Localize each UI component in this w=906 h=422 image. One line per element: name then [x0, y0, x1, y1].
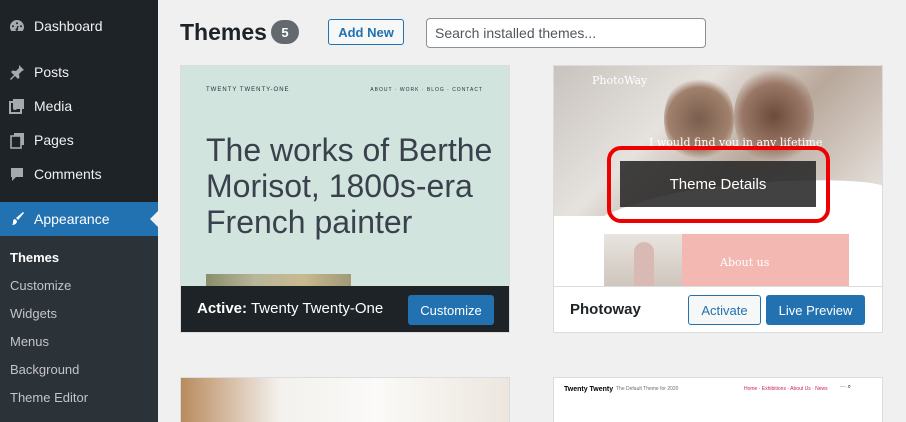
theme-screenshot[interactable]	[181, 378, 509, 422]
submenu-item-background[interactable]: Background	[10, 362, 79, 377]
theme-name: Photoway	[570, 301, 641, 318]
theme-card-twenty-twenty-one[interactable]: TWENTY TWENTY-ONE ABOUT · WORK · BLOG · …	[180, 65, 510, 333]
menu-label-dashboard: Dashboard	[34, 18, 103, 34]
paintbrush-icon	[7, 209, 27, 229]
menu-label-media: Media	[34, 98, 73, 114]
about-photo	[604, 234, 682, 286]
preview-icons: ··· ⌕	[840, 384, 852, 390]
admin-sidebar: Dashboard Posts Media Pages Comments App…	[0, 0, 158, 422]
live-preview-button[interactable]: Live Preview	[766, 295, 865, 325]
dashboard-icon	[7, 16, 27, 36]
about-section: About us	[682, 234, 849, 286]
pushpin-icon	[7, 62, 27, 82]
menu-label-comments: Comments	[34, 166, 102, 182]
preview-tagline: The Default Theme for 2020	[616, 386, 679, 392]
menu-item-comments[interactable]: Comments	[0, 157, 158, 191]
active-theme-name: Twenty Twenty-One	[250, 300, 384, 317]
menu-label-appearance: Appearance	[34, 211, 110, 227]
submenu-item-customize[interactable]: Customize	[10, 278, 71, 293]
submenu-item-widgets[interactable]: Widgets	[10, 306, 57, 321]
preview-logo: PhotoWay	[592, 74, 648, 87]
menu-label-pages: Pages	[34, 132, 74, 148]
theme-screenshot[interactable]: TWENTY TWENTY-ONE ABOUT · WORK · BLOG · …	[181, 66, 509, 288]
menu-label-posts: Posts	[34, 64, 70, 80]
theme-screenshot[interactable]: Twenty Twenty The Default Theme for 2020…	[554, 378, 882, 422]
active-theme-label: Active: Twenty Twenty-One	[197, 300, 383, 317]
theme-actions-bar: Photoway Activate Live Preview	[554, 286, 882, 332]
media-icon	[7, 96, 27, 116]
appearance-submenu: Themes Customize Widgets Menus Backgroun…	[0, 236, 158, 422]
pages-icon	[7, 130, 27, 150]
search-themes-input[interactable]	[426, 18, 706, 48]
preview-headline: The works of Berthe Morisot, 1800s-era F…	[206, 132, 493, 240]
preview-site-title: Twenty Twenty	[564, 386, 614, 393]
highlight-annotation	[607, 146, 830, 223]
activate-button[interactable]: Activate	[688, 295, 761, 325]
theme-card-3[interactable]	[180, 377, 510, 422]
menu-item-media[interactable]: Media	[0, 89, 158, 123]
customize-button[interactable]: Customize	[408, 295, 494, 325]
preview-site-title: TWENTY TWENTY-ONE	[206, 87, 290, 93]
menu-item-posts[interactable]: Posts	[0, 55, 158, 89]
active-theme-bar: Active: Twenty Twenty-One Customize	[181, 286, 509, 332]
submenu-item-menus[interactable]: Menus	[10, 334, 49, 349]
active-prefix: Active:	[197, 300, 248, 317]
add-new-button[interactable]: Add New	[328, 19, 404, 45]
menu-item-pages[interactable]: Pages	[0, 123, 158, 157]
page-title: Themes	[180, 19, 267, 45]
preview-nav: Home · Exhibitions · About Us · News	[744, 386, 828, 392]
theme-card-twenty-twenty[interactable]: Twenty Twenty The Default Theme for 2020…	[553, 377, 883, 422]
submenu-item-theme-editor[interactable]: Theme Editor	[10, 390, 88, 405]
comment-icon	[7, 164, 27, 184]
theme-count-badge: 5	[271, 20, 299, 44]
about-heading: About us	[720, 256, 770, 269]
preview-nav: ABOUT · WORK · BLOG · CONTACT	[370, 87, 483, 93]
menu-item-appearance[interactable]: Appearance	[0, 202, 158, 236]
menu-item-dashboard[interactable]: Dashboard	[0, 9, 158, 43]
submenu-item-themes[interactable]: Themes	[10, 250, 59, 265]
